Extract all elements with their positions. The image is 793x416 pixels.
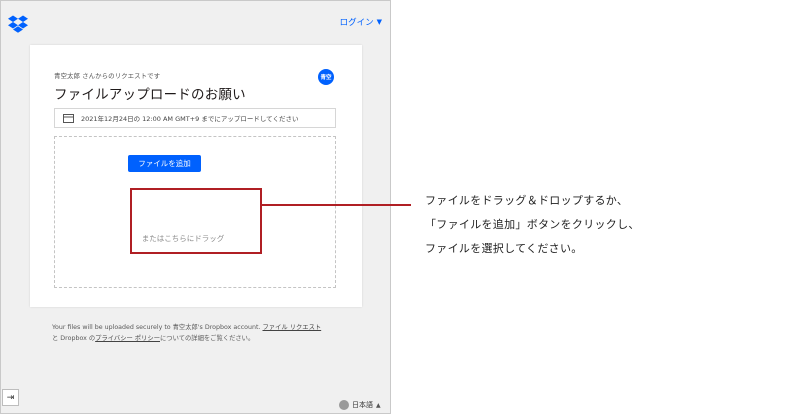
page-title: ファイルアップロードのお願い <box>54 87 246 103</box>
footer-line1: Your files will be uploaded securely to … <box>52 324 261 331</box>
language-label: 日本語 <box>352 401 373 409</box>
annotation-connector-line <box>261 204 411 206</box>
drag-hint-text: またはこちらにドラッグ <box>141 234 225 243</box>
dropbox-request-page: ログイン ▼ 青空太郎 さんからのリクエストです ファイルアップロードのお願い … <box>0 0 391 414</box>
dropbox-logo[interactable] <box>8 14 28 34</box>
chevron-up-icon: ▲ <box>376 401 381 409</box>
file-request-card: 青空太郎 さんからのリクエストです ファイルアップロードのお願い 青空 2021… <box>30 45 362 307</box>
footer-text: Your files will be uploaded securely to … <box>52 322 352 344</box>
login-dropdown[interactable]: ログイン ▼ <box>340 16 382 28</box>
footer-line2: と Dropbox の <box>52 335 96 343</box>
globe-icon <box>339 400 349 410</box>
annotation-text: ファイルをドラッグ＆ドロップするか、 「ファイルを追加」ボタンをクリックし、 フ… <box>425 189 640 261</box>
sidebar-expand-icon[interactable]: ⇥ <box>2 389 19 406</box>
requester-text: 青空太郎 さんからのリクエストです <box>54 72 161 80</box>
calendar-icon <box>63 113 74 123</box>
deadline-box: 2021年12月24日の 12:00 AM GMT+9 までにアップロードしてく… <box>54 108 336 128</box>
deadline-text: 2021年12月24日の 12:00 AM GMT+9 までにアップロードしてく… <box>81 115 299 123</box>
file-request-link[interactable]: ファイル リクエスト <box>262 324 321 331</box>
avatar: 青空 <box>318 69 334 85</box>
language-selector[interactable]: 日本語 ▲ <box>339 400 381 410</box>
privacy-policy-link[interactable]: プライバシー ポリシー <box>95 335 160 342</box>
add-file-button[interactable]: ファイルを追加 <box>128 155 201 172</box>
chevron-down-icon: ▼ <box>376 18 382 26</box>
footer-line2-rest: についての詳細をご覧ください。 <box>160 335 255 343</box>
annotation-line-2: 「ファイルを追加」ボタンをクリックし、 <box>425 218 640 231</box>
login-label: ログイン <box>339 18 374 28</box>
annotation-line-1: ファイルをドラッグ＆ドロップするか、 <box>425 194 629 207</box>
annotation-line-3: ファイルを選択してください。 <box>425 242 583 255</box>
